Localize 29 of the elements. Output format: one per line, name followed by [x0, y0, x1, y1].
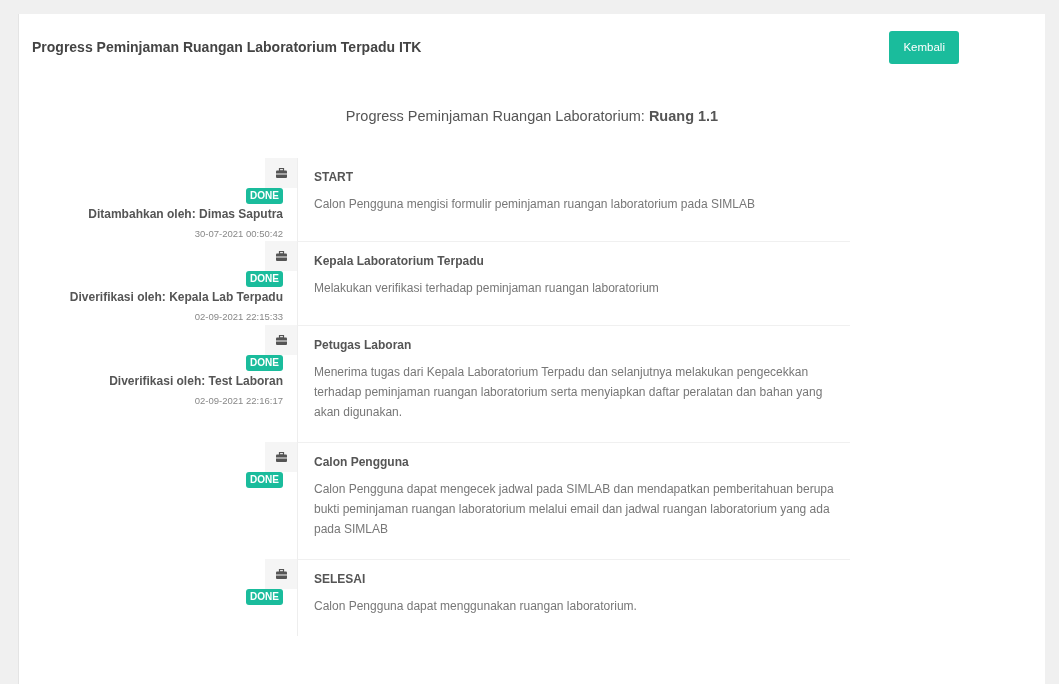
verifier-text: Ditambahkan oleh: Dimas Saputra [88, 206, 283, 223]
briefcase-icon [275, 451, 287, 462]
step-description: Melakukan verifikasi terhadap peminjaman ruangan laboratorium [314, 280, 660, 298]
status-badge: DONE [246, 588, 283, 605]
timestamp: 02-09-2021 22:16:17 [194, 393, 283, 408]
briefcase-icon [275, 334, 287, 345]
step-title: Petugas Laboran [314, 336, 413, 354]
briefcase-icon [275, 251, 287, 262]
step-title: START [314, 169, 355, 186]
step-title: SELESAI [314, 570, 367, 588]
timestamp: 30-07-2021 00:50:42 [194, 227, 283, 241]
briefcase-icon [275, 168, 287, 178]
back-button[interactable]: Kembali [889, 31, 959, 65]
briefcase-icon [275, 568, 287, 579]
status-badge: DONE [246, 354, 283, 371]
step-title: Kepala Laboratorium Terpadu [314, 253, 485, 271]
step-title: Calon Pengguna [314, 453, 410, 471]
step-description: Calon Pengguna mengisi formulir peminjaman ruangan laboratorium pada SIMLAB [314, 196, 756, 213]
step-description: Calon Pengguna dapat mengecek jadwal pada SIMLAB dan mendapatkan pemberitahuan berupa bukti peminjaman ruangan laboratorium melalui email dan jadwal ruangan laboratorium yang ada pada SIMLAB [314, 480, 834, 538]
status-badge: DONE [246, 188, 283, 204]
step-description: Calon Pengguna dapat menggunakan ruangan laboratorium. [314, 597, 638, 615]
timestamp: 02-09-2021 22:15:33 [194, 310, 283, 325]
verifier-text: Diverifikasi oleh: Test Laboran [109, 372, 283, 390]
step-description: Menerima tugas dari Kepala Laboratorium Terpadu dan selanjutnya melakukan pengecekkan terhadap peminjaman ruangan laboratorium serta menyiapkan daftar peralatan dan bahan yang akan digunakan. [314, 363, 824, 421]
status-badge: DONE [246, 271, 283, 288]
page-title: Progress Peminjaman Ruangan Laboratorium Terpadu ITK [32, 38, 422, 58]
progress-heading: Progress Peminjaman Ruangan Laboratorium: Ruang 1.1 [344, 107, 720, 127]
status-badge: DONE [246, 471, 283, 488]
verifier-text: Diverifikasi oleh: Kepala Lab Terpadu [69, 289, 283, 307]
